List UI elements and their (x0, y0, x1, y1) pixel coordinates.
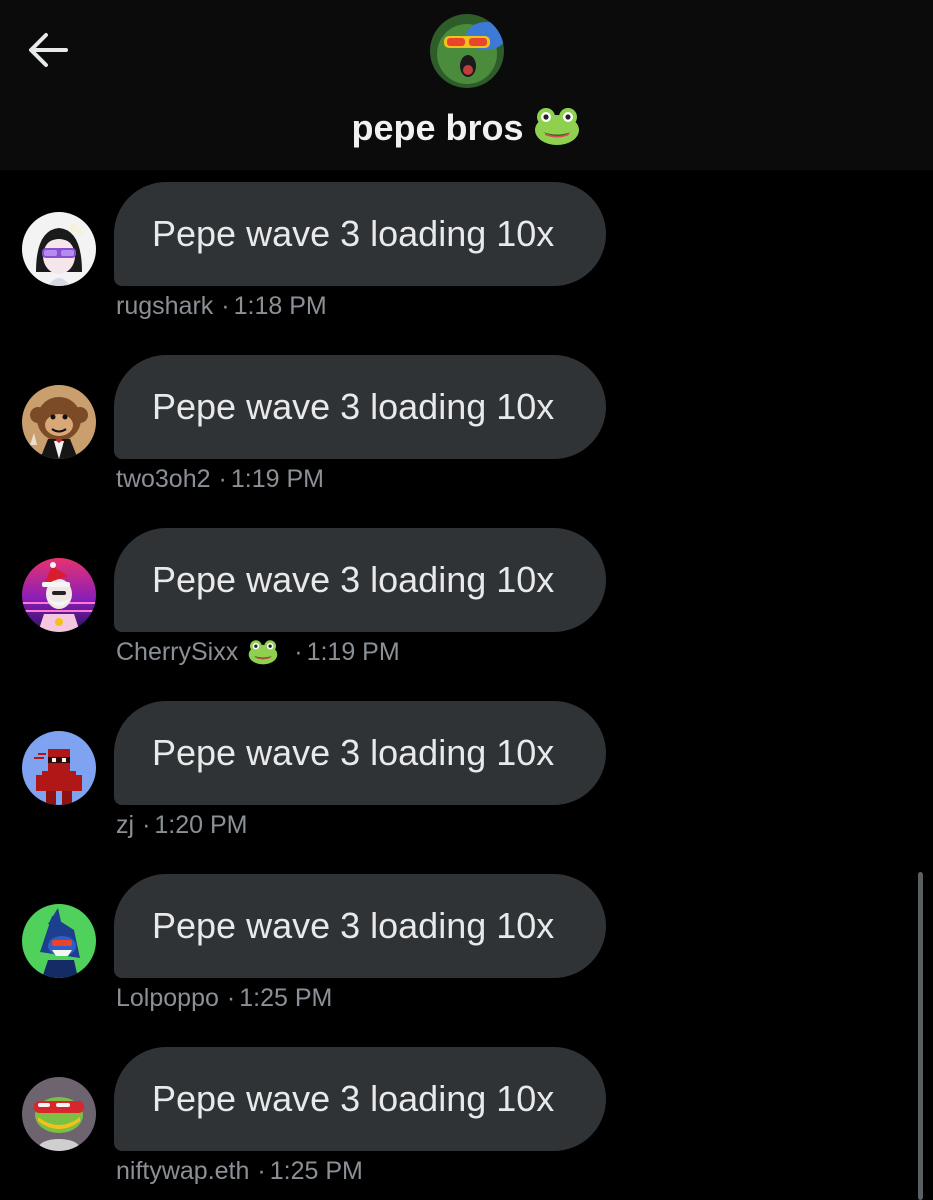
message-username[interactable]: Lolpoppo (116, 984, 219, 1012)
message-bubble[interactable]: Pepe wave 3 loading 10x (114, 701, 606, 805)
scrollbar[interactable] (918, 872, 923, 1200)
message-bubble[interactable]: Pepe wave 3 loading 10x (114, 1047, 606, 1151)
arrow-left-icon (29, 33, 68, 67)
message-bubble[interactable]: Pepe wave 3 loading 10x (114, 874, 606, 978)
message-time: 1:25 PM (269, 1157, 363, 1185)
avatar-lolpoppo[interactable] (22, 904, 96, 978)
message-username[interactable]: two3oh2 (116, 465, 211, 493)
group-title-text: pepe bros (351, 107, 524, 148)
frog-emoji-icon (532, 106, 582, 146)
frog-emoji-icon (246, 639, 280, 665)
message-meta: Lolpoppo · 1:25 PM (116, 984, 332, 1013)
message-item: Pepe wave 3 loading 10x zj · 1:20 PM (0, 689, 933, 849)
message-item: Pepe wave 3 loading 10x CherrySixx · 1:19… (0, 516, 933, 676)
message-item: Pepe wave 3 loading 10x Lolpoppo · 1:25 PM (0, 862, 933, 1022)
message-meta: niftywap.eth · 1:25 PM (116, 1157, 363, 1186)
meta-separator: · (142, 811, 151, 839)
group-title[interactable]: pepe bros (0, 106, 933, 149)
avatar-two3oh2[interactable] (22, 385, 96, 459)
avatar-rugshark[interactable] (22, 212, 96, 286)
message-item: Pepe wave 3 loading 10x rugshark · 1:18 PM (0, 170, 933, 330)
message-meta: zj · 1:20 PM (116, 811, 248, 840)
message-meta: two3oh2 · 1:19 PM (116, 465, 324, 494)
avatar-niftywap[interactable] (22, 1077, 96, 1151)
message-time: 1:18 PM (233, 292, 327, 320)
back-button[interactable] (22, 24, 74, 76)
message-bubble[interactable]: Pepe wave 3 loading 10x (114, 528, 606, 632)
conversation-header: pepe bros (0, 0, 933, 170)
message-item: Pepe wave 3 loading 10x niftywap.eth · 1:2… (0, 1035, 933, 1195)
message-bubble[interactable]: Pepe wave 3 loading 10x (114, 182, 606, 286)
message-time: 1:19 PM (306, 638, 400, 666)
message-time: 1:19 PM (230, 465, 324, 493)
message-meta: CherrySixx · 1:19 PM (116, 638, 400, 667)
message-meta: rugshark · 1:18 PM (116, 292, 327, 321)
message-username[interactable]: rugshark (116, 292, 213, 320)
message-time: 1:25 PM (239, 984, 333, 1012)
meta-separator: · (294, 638, 303, 666)
message-list[interactable]: Pepe wave 3 loading 10x rugshark · 1:18 PM (0, 170, 933, 1200)
message-username[interactable]: zj (116, 811, 134, 839)
message-username[interactable]: CherrySixx (116, 638, 238, 666)
message-item: Pepe wave 3 loading 10x two3oh2 · 1:19 PM (0, 343, 933, 503)
message-bubble[interactable]: Pepe wave 3 loading 10x (114, 355, 606, 459)
avatar-cherrysixx[interactable] (22, 558, 96, 632)
group-avatar[interactable] (430, 14, 504, 88)
message-time: 1:20 PM (154, 811, 248, 839)
message-username[interactable]: niftywap.eth (116, 1157, 249, 1185)
avatar-zj[interactable] (22, 731, 96, 805)
meta-separator: · (257, 1157, 266, 1185)
meta-separator: · (221, 292, 230, 320)
meta-separator: · (226, 984, 236, 1012)
meta-separator: · (218, 465, 227, 493)
